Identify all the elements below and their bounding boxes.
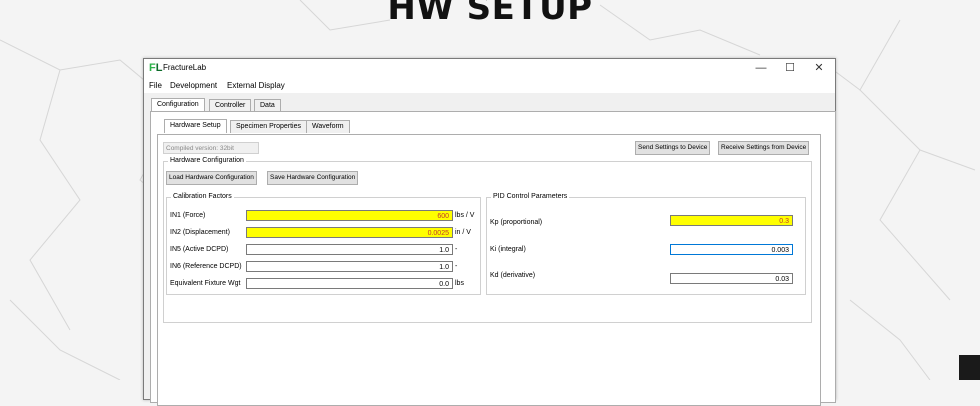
title-bar: FL FractureLab — ☐ ✕ <box>144 59 835 79</box>
in6-field[interactable]: 1.0 <box>246 261 453 272</box>
kp-field[interactable]: 0.3 <box>670 215 793 226</box>
maximize-button[interactable]: ☐ <box>781 61 799 75</box>
in5-label: IN5 (Active DCPD) <box>170 246 229 253</box>
in1-label: IN1 (Force) <box>170 212 206 219</box>
tab-configuration[interactable]: Configuration <box>151 98 205 112</box>
tab-waveform[interactable]: Waveform <box>306 120 350 133</box>
in2-field[interactable]: 0.0025 <box>246 227 453 238</box>
ki-label: Ki (integral) <box>490 246 526 253</box>
pid-control-group: PID Control Parameters Kp (proportional)… <box>486 193 806 295</box>
corner-block <box>959 355 980 380</box>
menu-file[interactable]: File <box>149 81 162 90</box>
kp-label: Kp (proportional) <box>490 219 543 226</box>
kd-label: Kd (derivative) <box>490 272 536 279</box>
fixture-weight-field[interactable]: 0.0 <box>246 278 453 289</box>
tab-specimen-properties[interactable]: Specimen Properties <box>230 120 307 133</box>
app-title: FractureLab <box>163 63 207 72</box>
ki-field[interactable]: 0.003 <box>670 244 793 255</box>
fixture-weight-unit: lbs <box>455 280 464 287</box>
in5-field[interactable]: 1.0 <box>246 244 453 255</box>
minimize-button[interactable]: — <box>752 61 770 75</box>
slide-title: HW SETUP <box>387 0 593 28</box>
load-hw-config-button[interactable]: Load Hardware Configuration <box>166 171 257 185</box>
kd-field[interactable]: 0.03 <box>670 273 793 284</box>
save-hw-config-button[interactable]: Save Hardware Configuration <box>267 171 359 185</box>
in2-unit: in / V <box>455 229 471 236</box>
compiled-version-field: Compiled version: 32bit <box>163 142 259 154</box>
menu-development[interactable]: Development <box>170 81 217 90</box>
app-window: FL FractureLab — ☐ ✕ File Development Ex… <box>143 58 836 406</box>
in1-field[interactable]: 600 <box>246 210 453 221</box>
tab-hardware-setup[interactable]: Hardware Setup <box>164 119 227 133</box>
fixture-weight-label: Equivalent Fixture Wgt <box>170 280 241 287</box>
in6-unit: - <box>455 263 458 270</box>
calibration-factors-label: Calibration Factors <box>171 193 234 200</box>
hardware-configuration-label: Hardware Configuration <box>168 157 246 164</box>
calibration-factors-group: Calibration Factors IN1 (Force) 600 lbs … <box>166 193 481 295</box>
in6-label: IN6 (Reference DCPD) <box>170 263 242 270</box>
close-button[interactable]: ✕ <box>810 61 828 75</box>
configuration-panel: Hardware Setup Specimen Properties Wavef… <box>150 111 836 406</box>
app-logo-icon: FL <box>149 62 163 74</box>
in1-unit: lbs / V <box>455 212 475 219</box>
send-settings-button[interactable]: Send Settings to Device <box>635 141 711 155</box>
in2-label: IN2 (Displacement) <box>170 229 230 236</box>
hardware-configuration-group: Hardware Configuration Load Hardware Con… <box>163 157 812 323</box>
receive-settings-button[interactable]: Receive Settings from Device <box>718 141 810 155</box>
pid-control-label: PID Control Parameters <box>491 193 570 200</box>
in5-unit: - <box>455 246 458 253</box>
menu-external-display[interactable]: External Display <box>227 81 285 90</box>
menu-bar: File Development External Display <box>144 79 835 93</box>
hardware-setup-panel: Compiled version: 32bit Send Settings to… <box>157 134 821 406</box>
